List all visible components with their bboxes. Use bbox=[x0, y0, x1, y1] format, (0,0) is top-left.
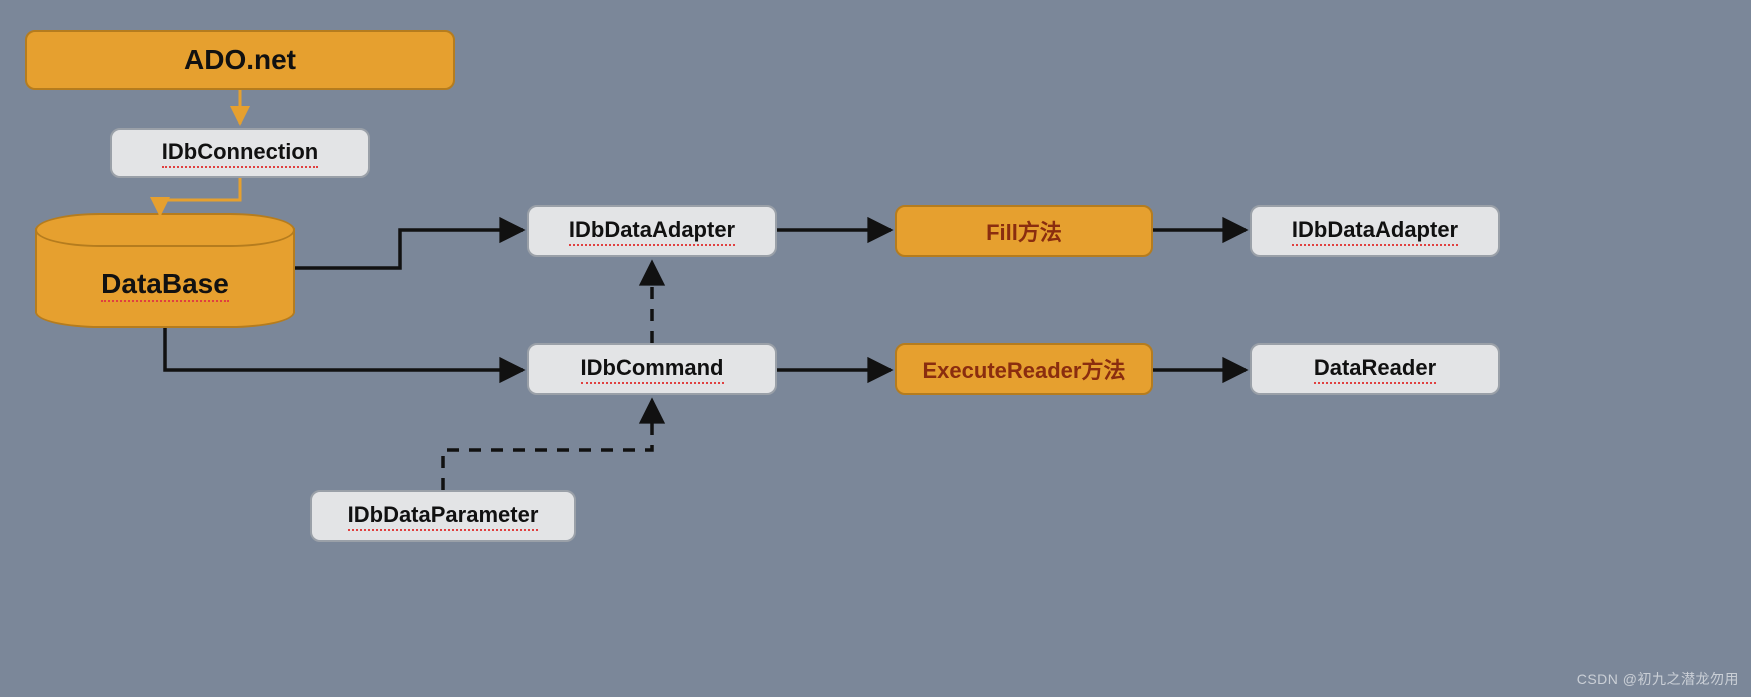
node-fill: Fill方法 bbox=[895, 205, 1153, 257]
node-idbcommand: IDbCommand bbox=[527, 343, 777, 395]
node-idbdataparameter: IDbDataParameter bbox=[310, 490, 576, 542]
edge-param-to-command-dashed bbox=[443, 400, 652, 490]
node-idbdataadapter-2: IDbDataAdapter bbox=[1250, 205, 1500, 257]
node-label: Fill方法 bbox=[986, 215, 1062, 247]
edge-db-to-command bbox=[165, 328, 523, 370]
node-label: DataBase bbox=[35, 268, 295, 300]
node-label: IDbDataAdapter bbox=[569, 217, 735, 246]
watermark: CSDN @初九之潜龙勿用 bbox=[1577, 669, 1739, 689]
node-database: DataBase bbox=[35, 213, 295, 328]
node-label: IDbDataAdapter bbox=[1292, 217, 1458, 246]
node-idbconnection: IDbConnection bbox=[110, 128, 370, 178]
node-executereader: ExecuteReader方法 bbox=[895, 343, 1153, 395]
node-idbdataadapter-1: IDbDataAdapter bbox=[527, 205, 777, 257]
cylinder-top bbox=[35, 213, 295, 247]
node-datareader: DataReader bbox=[1250, 343, 1500, 395]
node-label: DataReader bbox=[1314, 355, 1436, 384]
node-ado-net: ADO.net bbox=[25, 30, 455, 90]
edge-db-to-adapter bbox=[295, 230, 523, 268]
node-label: IDbDataParameter bbox=[348, 502, 539, 531]
node-label: IDbCommand bbox=[581, 355, 724, 384]
node-label: IDbConnection bbox=[162, 139, 318, 168]
node-label: ExecuteReader方法 bbox=[923, 353, 1126, 385]
node-label: ADO.net bbox=[184, 44, 296, 76]
edge-connection-to-db bbox=[160, 178, 240, 215]
